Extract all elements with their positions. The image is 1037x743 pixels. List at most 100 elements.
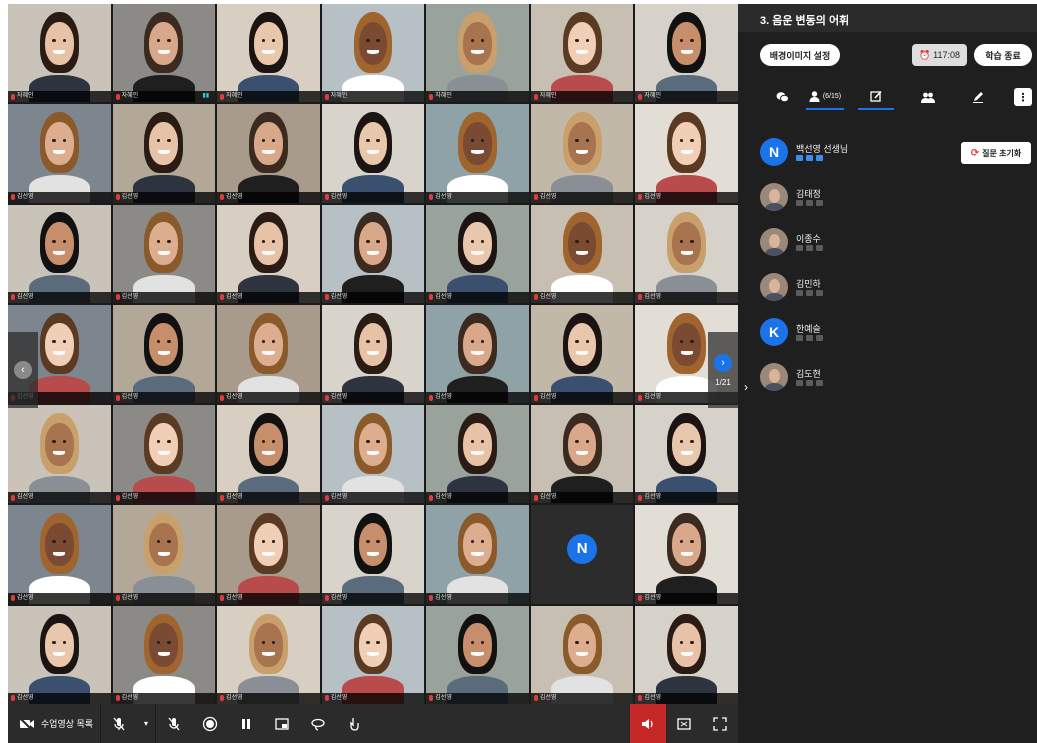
video-tile[interactable]: 김선영	[8, 505, 111, 604]
video-tile[interactable]: 김선영	[321, 304, 425, 404]
video-tile[interactable]: 김선영	[112, 505, 216, 604]
pause-button[interactable]	[228, 704, 264, 743]
video-tile[interactable]: 김선영	[635, 204, 738, 303]
video-tile[interactable]: 김선영	[217, 304, 320, 404]
background-image-button[interactable]: 배경이미지 설정	[760, 44, 840, 66]
participant-row[interactable]: 김도현	[760, 359, 1032, 404]
fullscreen-button[interactable]	[702, 704, 738, 743]
video-tile[interactable]: 김선영	[530, 605, 634, 704]
mic-icon[interactable]	[806, 245, 813, 251]
group-icon	[921, 92, 935, 103]
reset-question-button[interactable]: ⟳ 질문 초기화	[961, 142, 1031, 164]
tab-quiz[interactable]	[858, 84, 894, 110]
lasso-button[interactable]	[300, 704, 336, 743]
video-tile[interactable]: 김선영	[635, 104, 738, 203]
more-menu-button[interactable]: ⋮	[1014, 88, 1032, 106]
camera-icon[interactable]	[796, 200, 803, 206]
screen-layout-button[interactable]	[666, 704, 702, 743]
video-tile[interactable]: 김선영	[321, 605, 425, 704]
video-tile[interactable]: 자혜인	[635, 4, 738, 103]
video-tile[interactable]: 자혜인	[530, 4, 634, 103]
video-tile[interactable]: 김선영	[321, 204, 425, 303]
video-tile[interactable]: 김선영	[426, 405, 529, 504]
video-tile[interactable]: 김선영	[635, 405, 738, 504]
video-tile[interactable]: 김선영	[217, 104, 320, 203]
mic-options-button[interactable]: ▾	[137, 704, 155, 743]
video-tile[interactable]: 김선영	[8, 405, 111, 504]
speaker-icon[interactable]	[816, 380, 823, 386]
camera-icon[interactable]	[796, 380, 803, 386]
mic-icon[interactable]	[806, 290, 813, 296]
camera-icon[interactable]	[796, 155, 803, 161]
mic-indicator-icon	[429, 93, 434, 100]
video-tile[interactable]: 김선영	[112, 405, 216, 504]
record-button[interactable]	[192, 704, 228, 743]
speaker-icon[interactable]	[816, 245, 823, 251]
video-tile[interactable]: 김선영	[321, 405, 425, 504]
video-tile[interactable]: 자혜인	[8, 4, 111, 103]
tab-participants[interactable]: (6/15)	[806, 84, 844, 110]
camera-icon[interactable]	[796, 335, 803, 341]
video-tile[interactable]: 자혜인	[426, 4, 529, 103]
video-tile[interactable]: 김선영	[112, 304, 216, 404]
lecture-list-label: 수업영상 목록	[40, 719, 94, 729]
tab-groups[interactable]	[910, 84, 946, 110]
video-tile[interactable]: 김선영	[217, 505, 320, 604]
video-tile[interactable]: 김선영	[8, 204, 111, 303]
video-tile[interactable]: 자혜인 ▮▮	[112, 4, 216, 103]
video-tile[interactable]: N	[530, 505, 634, 604]
video-tile[interactable]: 김선영	[426, 304, 529, 404]
video-tile[interactable]: 김선영	[426, 505, 529, 604]
video-tile[interactable]: 자혜인	[217, 4, 320, 103]
tab-draw[interactable]	[960, 84, 996, 110]
participant-row[interactable]: K 한예슬	[760, 314, 1032, 359]
video-tile[interactable]: 김선영	[635, 505, 738, 604]
collapse-panel-button[interactable]: ›	[744, 380, 748, 394]
speaker-button[interactable]	[630, 704, 666, 743]
mic-icon[interactable]	[806, 335, 813, 341]
speaker-icon[interactable]	[816, 290, 823, 296]
tab-chat[interactable]	[764, 84, 800, 110]
end-class-button[interactable]: 학습 종료	[974, 44, 1032, 66]
video-tile[interactable]: 김선영	[217, 605, 320, 704]
video-tile[interactable]: 김선영	[530, 405, 634, 504]
participant-row[interactable]: 김태정	[760, 179, 1032, 224]
video-tile[interactable]: 김선영	[635, 605, 738, 704]
participant-row[interactable]: N 백선영 선생님 ⟳ 질문 초기화	[760, 134, 1032, 179]
video-tile[interactable]: 김선영	[426, 204, 529, 303]
mic-icon[interactable]	[806, 380, 813, 386]
speaker-icon	[642, 718, 653, 729]
video-tile[interactable]: 김선영	[321, 505, 425, 604]
speaker-icon[interactable]	[816, 335, 823, 341]
video-tile[interactable]: 김선영	[112, 104, 216, 203]
picture-in-picture-button[interactable]	[264, 704, 300, 743]
video-tile[interactable]: 김선영	[217, 204, 320, 303]
video-tile[interactable]: 자혜인	[321, 4, 425, 103]
raise-hand-button[interactable]	[336, 704, 372, 743]
lecture-list-button[interactable]: 수업영상 목록	[8, 704, 100, 743]
grid-prev-button[interactable]: ‹	[8, 332, 38, 408]
video-tile[interactable]: 김선영	[530, 304, 634, 404]
video-tile[interactable]: 김선영	[8, 104, 111, 203]
video-tile[interactable]: 김선영	[112, 204, 216, 303]
video-tile[interactable]: 김선영	[530, 104, 634, 203]
video-tile[interactable]: 김선영	[530, 204, 634, 303]
camera-icon[interactable]	[796, 245, 803, 251]
video-tile[interactable]: 김선영	[217, 405, 320, 504]
participant-row[interactable]: 이종수	[760, 224, 1032, 269]
mute-all-button[interactable]	[156, 704, 192, 743]
mic-icon[interactable]	[806, 200, 813, 206]
video-tile[interactable]: 김선영	[112, 605, 216, 704]
video-tile[interactable]: 김선영	[321, 104, 425, 203]
mic-mute-button[interactable]	[101, 704, 137, 743]
video-tile[interactable]: 김선영	[426, 605, 529, 704]
camera-icon[interactable]	[796, 290, 803, 296]
speaker-icon[interactable]	[816, 155, 823, 161]
mic-icon[interactable]	[806, 155, 813, 161]
video-tile[interactable]: 김선영	[426, 104, 529, 203]
avatar-body	[765, 383, 784, 391]
grid-next-button[interactable]: › 1/21	[708, 332, 738, 408]
speaker-icon[interactable]	[816, 200, 823, 206]
video-tile[interactable]: 김선영	[8, 605, 111, 704]
participant-row[interactable]: 김민하	[760, 269, 1032, 314]
